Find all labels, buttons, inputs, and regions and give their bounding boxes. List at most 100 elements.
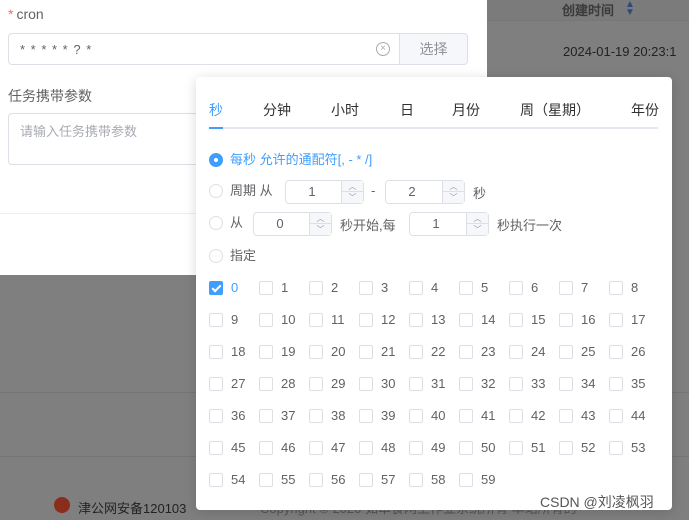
cycle-from-value[interactable]: 1	[286, 184, 338, 199]
checkbox-box[interactable]	[459, 281, 473, 295]
checkbox-box[interactable]	[509, 377, 523, 391]
checkbox-box[interactable]	[409, 409, 423, 423]
second-checkbox[interactable]: 24	[509, 343, 559, 361]
checkbox-box[interactable]	[209, 473, 223, 487]
second-checkbox[interactable]: 29	[309, 375, 359, 393]
cycle-from-stepper[interactable]: 1 ︿ ﹀	[285, 180, 364, 204]
second-checkbox[interactable]: 36	[209, 407, 259, 425]
second-checkbox[interactable]: 48	[359, 439, 409, 457]
second-checkbox[interactable]: 19	[259, 343, 309, 361]
cycle-to-stepper[interactable]: 2 ︿ ﹀	[385, 180, 465, 204]
second-checkbox[interactable]: 59	[459, 471, 509, 489]
second-checkbox[interactable]: 35	[609, 375, 659, 393]
second-checkbox[interactable]: 7	[559, 279, 609, 297]
checkbox-box[interactable]	[309, 377, 323, 391]
second-checkbox[interactable]: 58	[409, 471, 459, 489]
second-checkbox[interactable]: 37	[259, 407, 309, 425]
checkbox-box[interactable]	[209, 345, 223, 359]
radio-specify[interactable]	[209, 249, 223, 263]
footer-beian[interactable]: 津公网安备120103	[78, 498, 186, 517]
second-checkbox[interactable]: 49	[409, 439, 459, 457]
checkbox-box[interactable]	[559, 409, 573, 423]
chevron-up-icon[interactable]: ︿	[467, 213, 488, 224]
second-checkbox[interactable]: 27	[209, 375, 259, 393]
checkbox-box[interactable]	[459, 409, 473, 423]
checkbox-box[interactable]	[259, 409, 273, 423]
cycle-to-value[interactable]: 2	[386, 184, 438, 199]
second-checkbox[interactable]: 54	[209, 471, 259, 489]
checkbox-box[interactable]	[409, 377, 423, 391]
second-checkbox[interactable]: 2	[309, 279, 359, 297]
tab-month[interactable]: 月份	[452, 100, 480, 120]
checkbox-box[interactable]	[309, 473, 323, 487]
second-checkbox[interactable]: 45	[209, 439, 259, 457]
checkbox-box[interactable]	[209, 377, 223, 391]
checkbox-box[interactable]	[559, 313, 573, 327]
checkbox-box[interactable]	[609, 409, 623, 423]
checkbox-box[interactable]	[209, 313, 223, 327]
second-checkbox[interactable]: 1	[259, 279, 309, 297]
checkbox-box[interactable]	[459, 377, 473, 391]
radio-cycle[interactable]	[209, 184, 223, 198]
checkbox-box[interactable]	[609, 345, 623, 359]
second-checkbox[interactable]: 42	[509, 407, 559, 425]
checkbox-box[interactable]	[409, 345, 423, 359]
checkbox-box[interactable]	[459, 441, 473, 455]
checkbox-box[interactable]	[359, 377, 373, 391]
checkbox-box[interactable]	[259, 377, 273, 391]
chevron-up-icon[interactable]: ︿	[443, 181, 464, 192]
second-checkbox[interactable]: 56	[309, 471, 359, 489]
second-checkbox[interactable]: 5	[459, 279, 509, 297]
chevron-up-icon[interactable]: ︿	[342, 181, 363, 192]
checkbox-box[interactable]	[259, 313, 273, 327]
second-checkbox[interactable]: 40	[409, 407, 459, 425]
second-checkbox[interactable]: 10	[259, 311, 309, 329]
checkbox-box[interactable]	[509, 345, 523, 359]
from-start-stepper[interactable]: 0 ︿ ﹀	[253, 212, 332, 236]
tab-minute[interactable]: 分钟	[263, 100, 291, 120]
choose-button[interactable]: 选择	[399, 33, 468, 65]
second-checkbox[interactable]: 0	[209, 279, 259, 297]
second-checkbox[interactable]: 28	[259, 375, 309, 393]
radio-from[interactable]	[209, 216, 223, 230]
from-step-stepper[interactable]: 1 ︿ ﹀	[409, 212, 489, 236]
second-checkbox[interactable]: 41	[459, 407, 509, 425]
checkbox-box[interactable]	[409, 313, 423, 327]
radio-every[interactable]	[209, 153, 223, 167]
checkbox-box[interactable]	[309, 409, 323, 423]
second-checkbox[interactable]: 3	[359, 279, 409, 297]
second-checkbox[interactable]: 53	[609, 439, 659, 457]
chevron-up-icon[interactable]: ︿	[310, 213, 331, 224]
checkbox-box[interactable]	[259, 441, 273, 455]
clear-icon[interactable]: ×	[376, 42, 390, 56]
checkbox-box[interactable]	[409, 441, 423, 455]
second-checkbox[interactable]: 52	[559, 439, 609, 457]
tab-week[interactable]: 周（星期）	[520, 100, 590, 120]
checkbox-box[interactable]	[459, 345, 473, 359]
second-checkbox[interactable]: 15	[509, 311, 559, 329]
checkbox-box[interactable]	[559, 345, 573, 359]
checkbox-box[interactable]	[209, 441, 223, 455]
second-checkbox[interactable]: 47	[309, 439, 359, 457]
checkbox-box[interactable]	[609, 313, 623, 327]
checkbox-box[interactable]	[359, 409, 373, 423]
second-checkbox[interactable]: 55	[259, 471, 309, 489]
checkbox-box[interactable]	[509, 409, 523, 423]
chevron-down-icon[interactable]: ﹀	[467, 224, 488, 235]
chevron-down-icon[interactable]: ﹀	[310, 224, 331, 235]
param-textarea[interactable]: 请输入任务携带参数	[8, 113, 208, 165]
second-checkbox[interactable]: 46	[259, 439, 309, 457]
second-checkbox[interactable]: 8	[609, 279, 659, 297]
checkbox-box[interactable]	[259, 281, 273, 295]
checkbox-box[interactable]	[609, 377, 623, 391]
checkbox-box[interactable]	[359, 281, 373, 295]
second-checkbox[interactable]: 12	[359, 311, 409, 329]
checkbox-box[interactable]	[609, 281, 623, 295]
tab-year[interactable]: 年份	[631, 100, 659, 120]
second-checkbox[interactable]: 6	[509, 279, 559, 297]
chevron-down-icon[interactable]: ﹀	[443, 192, 464, 203]
second-checkbox[interactable]: 21	[359, 343, 409, 361]
second-checkbox[interactable]: 30	[359, 375, 409, 393]
checkbox-box[interactable]	[359, 441, 373, 455]
checkbox-box[interactable]	[309, 441, 323, 455]
